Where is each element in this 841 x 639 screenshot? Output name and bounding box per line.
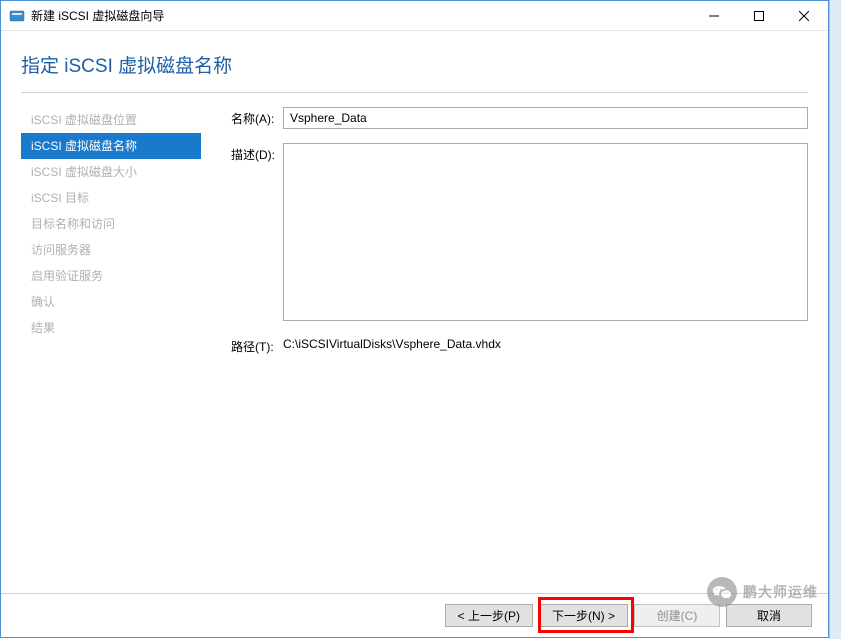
name-row: 名称(A):: [231, 107, 808, 129]
description-label: 描述(D):: [231, 143, 283, 163]
path-value: C:\iSCSIVirtualDisks\Vsphere_Data.vhdx: [283, 335, 501, 351]
form-area: 名称(A): 描述(D): 路径(T): C:\iSCSIVirtualDisk…: [201, 107, 808, 593]
step-enable-auth: 启用验证服务: [21, 263, 201, 289]
page-title: 指定 iSCSI 虚拟磁盘名称: [21, 51, 808, 78]
path-row: 路径(T): C:\iSCSIVirtualDisks\Vsphere_Data…: [231, 335, 808, 355]
right-edge: [829, 0, 841, 639]
next-button[interactable]: 下一步(N) >: [539, 604, 628, 627]
step-target-name-access: 目标名称和访问: [21, 211, 201, 237]
app-icon: [9, 8, 25, 24]
step-disk-size: iSCSI 虚拟磁盘大小: [21, 159, 201, 185]
previous-button[interactable]: < 上一步(P): [445, 604, 533, 627]
step-disk-location[interactable]: iSCSI 虚拟磁盘位置: [21, 107, 201, 133]
wizard-window: 新建 iSCSI 虚拟磁盘向导 指定 iSCSI 虚拟磁盘名称 iSCSI 虚拟…: [0, 0, 829, 638]
step-confirmation: 确认: [21, 289, 201, 315]
window-title: 新建 iSCSI 虚拟磁盘向导: [31, 7, 691, 24]
step-access-servers: 访问服务器: [21, 237, 201, 263]
step-iscsi-target: iSCSI 目标: [21, 185, 201, 211]
step-disk-name[interactable]: iSCSI 虚拟磁盘名称: [21, 133, 201, 159]
cancel-button[interactable]: 取消: [726, 604, 812, 627]
create-button: 创建(C): [634, 604, 720, 627]
titlebar: 新建 iSCSI 虚拟磁盘向导: [1, 1, 828, 31]
wizard-footer: < 上一步(P) 下一步(N) > 创建(C) 取消: [1, 593, 828, 637]
maximize-button[interactable]: [736, 1, 781, 30]
minimize-button[interactable]: [691, 1, 736, 30]
description-textarea[interactable]: [283, 143, 808, 321]
window-controls: [691, 1, 826, 30]
description-row: 描述(D):: [231, 143, 808, 321]
wizard-steps-sidebar: iSCSI 虚拟磁盘位置 iSCSI 虚拟磁盘名称 iSCSI 虚拟磁盘大小 i…: [21, 107, 201, 593]
wizard-header: 指定 iSCSI 虚拟磁盘名称: [1, 31, 828, 92]
name-label: 名称(A):: [231, 107, 283, 127]
path-label: 路径(T):: [231, 335, 283, 355]
name-input[interactable]: [283, 107, 808, 129]
step-results: 结果: [21, 315, 201, 341]
wizard-body: iSCSI 虚拟磁盘位置 iSCSI 虚拟磁盘名称 iSCSI 虚拟磁盘大小 i…: [1, 93, 828, 593]
close-button[interactable]: [781, 1, 826, 30]
